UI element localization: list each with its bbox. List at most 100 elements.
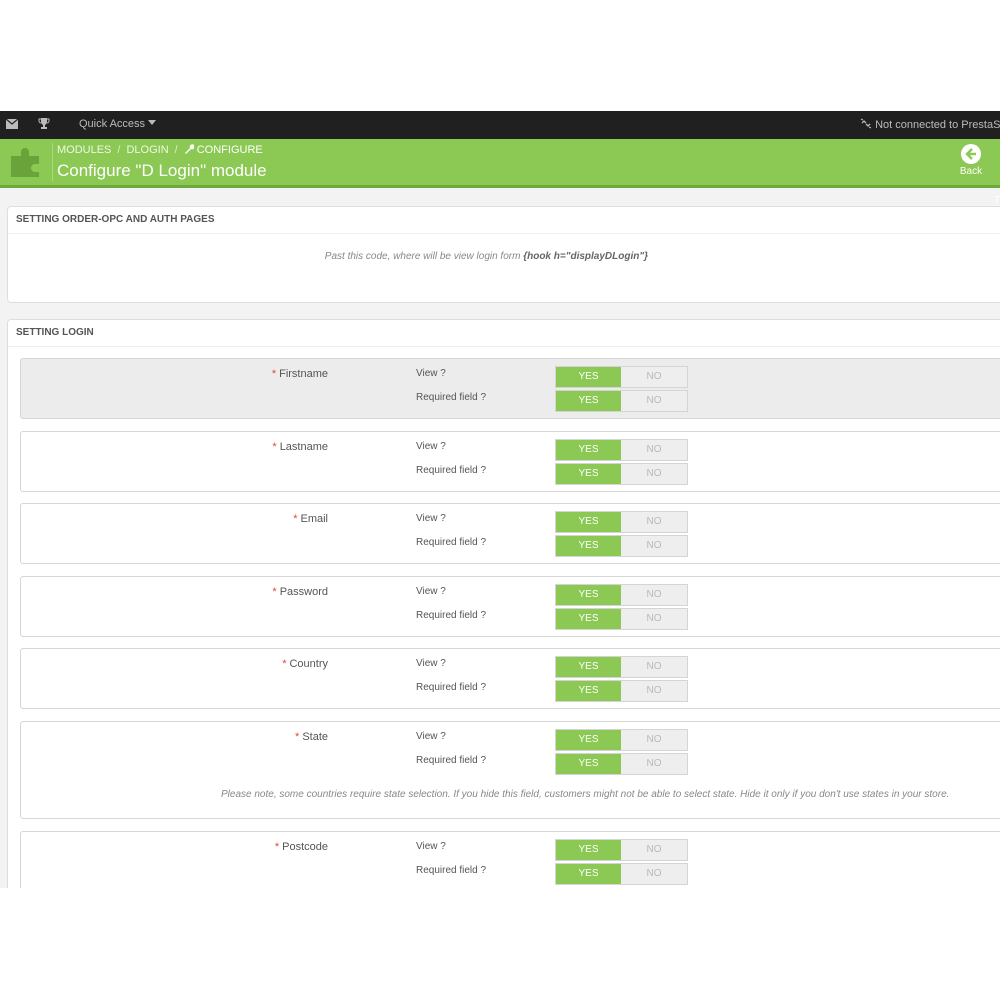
toggle-no[interactable]: NO: [621, 754, 687, 774]
field-row-email: * Email View ? Required field ? YES NO YES…: [20, 503, 1000, 564]
hook-code: {hook h="displayDLogin"}: [523, 251, 648, 262]
breadcrumb-modules[interactable]: MODULES: [57, 144, 111, 156]
toggle-yes[interactable]: YES: [556, 512, 621, 532]
view-question: View ?: [416, 368, 446, 379]
field-label-text: Password: [279, 586, 328, 598]
required-marker: *: [271, 368, 277, 380]
toggle-yes[interactable]: YES: [556, 681, 621, 701]
top-navigation-bar: Quick Access Not connected to PrestaSho: [0, 111, 1000, 139]
view-toggle[interactable]: YES NO: [555, 366, 688, 388]
toggle-no[interactable]: NO: [621, 367, 687, 387]
connection-status[interactable]: Not connected to PrestaSho: [860, 118, 1000, 131]
required-question: Required field ?: [416, 392, 487, 403]
toggle-yes[interactable]: YES: [556, 440, 621, 460]
toggle-no[interactable]: NO: [621, 730, 687, 750]
required-question: Required field ?: [416, 682, 487, 693]
toggle-yes[interactable]: YES: [556, 730, 621, 750]
required-marker: *: [274, 841, 280, 853]
required-question: Required field ?: [416, 755, 487, 766]
breadcrumb: MODULES / DLOGIN / CONFIGURE: [57, 144, 263, 156]
toggle-no[interactable]: NO: [621, 464, 687, 484]
toggle-no[interactable]: NO: [621, 681, 687, 701]
required-marker: *: [272, 586, 277, 598]
page-title: Configure "D Login" module: [57, 161, 267, 180]
envelope-icon[interactable]: [5, 118, 19, 132]
state-help-note: Please note, some countries require stat…: [221, 789, 950, 800]
field-label: * Password: [272, 586, 328, 598]
field-row-state: * State View ? Required field ? YES NO YES…: [20, 721, 1000, 819]
order-opc-settings-panel: SETTING ORDER-OPC AND AUTH PAGES Past th…: [7, 206, 1000, 303]
broken-link-icon: [860, 118, 872, 129]
view-toggle[interactable]: YES NO: [555, 656, 688, 678]
toggle-no[interactable]: NO: [621, 840, 687, 860]
page-header: MODULES / DLOGIN / CONFIGURE Configure "D Lo…: [0, 139, 1000, 206]
toggle-yes[interactable]: YES: [556, 536, 621, 556]
toggle-yes[interactable]: YES: [556, 367, 621, 387]
toggle-no[interactable]: NO: [621, 609, 687, 629]
field-label-text: Country: [289, 658, 328, 670]
arrow-left-circle-icon: [961, 144, 981, 164]
view-toggle[interactable]: YES NO: [555, 511, 688, 533]
view-question: View ?: [416, 513, 446, 524]
required-question: Required field ?: [416, 537, 487, 548]
toggle-no[interactable]: NO: [621, 391, 687, 411]
view-toggle[interactable]: YES NO: [555, 584, 688, 606]
toggle-yes[interactable]: YES: [556, 609, 621, 629]
toggle-yes[interactable]: YES: [556, 754, 621, 774]
field-row-postcode: * Postcode View ? Required field ? YES NO …: [20, 831, 1000, 888]
quick-access-menu[interactable]: Quick Access: [79, 118, 157, 130]
field-label: * Lastname: [272, 441, 328, 453]
view-toggle[interactable]: YES NO: [555, 839, 688, 861]
toggle-yes[interactable]: YES: [556, 585, 621, 605]
caret-down-icon: [148, 120, 157, 125]
required-toggle[interactable]: YES NO: [555, 863, 688, 885]
required-marker: *: [295, 731, 300, 743]
toggle-no[interactable]: NO: [621, 536, 687, 556]
toggle-no[interactable]: NO: [621, 657, 687, 677]
breadcrumb-configure-label: CONFIGURE: [196, 144, 263, 156]
toggle-yes[interactable]: YES: [556, 864, 621, 884]
header-extra-button[interactable]: T: [994, 195, 1000, 206]
required-question: Required field ?: [416, 865, 487, 876]
view-question: View ?: [416, 841, 446, 852]
panel-heading: SETTING LOGIN: [8, 320, 1000, 347]
trophy-icon[interactable]: [38, 118, 50, 133]
quick-access-label: Quick Access: [79, 118, 146, 130]
field-label-text: Lastname: [279, 441, 328, 453]
toggle-no[interactable]: NO: [621, 585, 687, 605]
toggle-yes[interactable]: YES: [556, 464, 621, 484]
view-question: View ?: [416, 658, 446, 669]
required-toggle[interactable]: YES NO: [555, 753, 688, 775]
panel-heading: SETTING ORDER-OPC AND AUTH PAGES: [8, 207, 1000, 234]
toggle-no[interactable]: NO: [621, 864, 687, 884]
toggle-yes[interactable]: YES: [556, 657, 621, 677]
wrench-icon: [184, 144, 195, 154]
view-toggle[interactable]: YES NO: [555, 439, 688, 461]
required-question: Required field ?: [416, 465, 487, 476]
back-button[interactable]: Back: [959, 144, 983, 177]
toggle-yes[interactable]: YES: [556, 391, 621, 411]
view-toggle[interactable]: YES NO: [555, 729, 688, 751]
field-label-text: Firstname: [279, 368, 328, 380]
connection-status-text: Not connected to PrestaSho: [875, 119, 1000, 131]
toggle-no[interactable]: NO: [621, 440, 687, 460]
toggle-yes[interactable]: YES: [556, 840, 621, 860]
field-label: * Email: [293, 513, 328, 525]
view-question: View ?: [416, 586, 446, 597]
field-label: * State: [295, 731, 328, 743]
field-row-country: * Country View ? Required field ? YES NO Y…: [20, 648, 1000, 709]
required-toggle[interactable]: YES NO: [555, 535, 688, 557]
toggle-no[interactable]: NO: [621, 512, 687, 532]
field-row-password: * Password View ? Required field ? YES NO …: [20, 576, 1000, 637]
required-toggle[interactable]: YES NO: [555, 390, 688, 412]
field-label-text: Postcode: [282, 841, 328, 853]
hook-info-text: Past this code, where will be view login…: [8, 251, 648, 262]
field-label: * Postcode: [275, 841, 328, 853]
field-label-text: Email: [300, 513, 328, 525]
required-toggle[interactable]: YES NO: [555, 680, 688, 702]
breadcrumb-dlogin[interactable]: DLOGIN: [126, 144, 168, 156]
required-toggle[interactable]: YES NO: [555, 463, 688, 485]
required-toggle[interactable]: YES NO: [555, 608, 688, 630]
view-question: View ?: [416, 441, 446, 452]
hook-info-label: Past this code, where will be view login…: [324, 251, 524, 262]
